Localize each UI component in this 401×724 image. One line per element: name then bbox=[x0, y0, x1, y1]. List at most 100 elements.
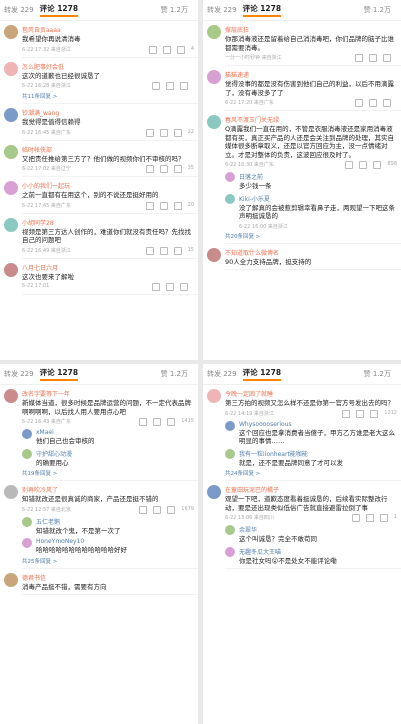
like-icon[interactable] bbox=[370, 409, 379, 418]
tab-reposts[interactable]: 转发 229 bbox=[4, 369, 34, 379]
comment-author[interactable]: 怎么肥事好会低 bbox=[22, 62, 194, 71]
like-icon[interactable] bbox=[167, 418, 176, 426]
avatar[interactable] bbox=[4, 25, 18, 39]
avatar[interactable] bbox=[4, 389, 18, 403]
comment-icon[interactable] bbox=[162, 45, 171, 54]
share-icon[interactable] bbox=[145, 128, 154, 137]
avatar[interactable] bbox=[4, 181, 18, 195]
reply-author[interactable]: 余翠华 bbox=[239, 525, 397, 534]
comment-author[interactable]: 小小的我们一起玩 bbox=[22, 181, 194, 190]
avatar[interactable] bbox=[207, 389, 221, 403]
comment-author[interactable]: 在童田玩泥巴的橘子 bbox=[225, 485, 397, 494]
reply-author[interactable]: 我有一粒lionheart能咖能 bbox=[239, 449, 397, 458]
tab-comments[interactable]: 评论 1278 bbox=[39, 367, 79, 381]
tab-likes[interactable]: 赞 1.2万 bbox=[161, 369, 188, 379]
comment-icon[interactable] bbox=[153, 418, 162, 426]
avatar[interactable] bbox=[207, 485, 221, 499]
share-icon[interactable] bbox=[145, 201, 154, 210]
reply-author[interactable]: HoneYmoNey10 bbox=[36, 538, 194, 545]
comment-author[interactable]: 撑层底狂 bbox=[225, 25, 397, 34]
comment-author[interactable]: 今晚一定困了就睡 bbox=[225, 389, 397, 398]
tab-likes[interactable]: 赞 1.2万 bbox=[364, 5, 391, 15]
share-icon[interactable] bbox=[152, 82, 160, 90]
comment-icon[interactable] bbox=[166, 283, 174, 291]
reply-author[interactable]: xMaei bbox=[36, 429, 194, 436]
share-icon[interactable] bbox=[355, 99, 363, 107]
like-icon[interactable] bbox=[173, 165, 182, 173]
tab-comments[interactable]: 评论 1278 bbox=[242, 367, 282, 381]
avatar[interactable] bbox=[207, 25, 221, 39]
tab-reposts[interactable]: 转发 229 bbox=[207, 369, 237, 379]
avatar[interactable] bbox=[225, 420, 235, 431]
like-icon[interactable] bbox=[383, 54, 391, 62]
tab-likes[interactable]: 赞 1.2万 bbox=[161, 5, 188, 15]
like-icon[interactable] bbox=[167, 505, 176, 514]
like-icon[interactable] bbox=[379, 514, 388, 522]
tab-reposts[interactable]: 转发 229 bbox=[4, 5, 34, 15]
comment-author[interactable]: 别再吹冷风了 bbox=[22, 485, 194, 494]
avatar[interactable] bbox=[225, 546, 235, 557]
comment-icon[interactable] bbox=[359, 161, 368, 169]
tab-likes[interactable]: 赞 1.2万 bbox=[364, 369, 391, 379]
like-icon[interactable] bbox=[173, 201, 182, 210]
tab-reposts[interactable]: 转发 229 bbox=[207, 5, 237, 15]
comment-icon[interactable] bbox=[159, 128, 168, 137]
tab-comments[interactable]: 评论 1278 bbox=[39, 3, 79, 17]
comment-icon[interactable] bbox=[159, 246, 168, 255]
more-replies-link[interactable]: 共25条回复 > bbox=[22, 557, 198, 565]
comment-icon[interactable] bbox=[159, 165, 168, 173]
comment-author[interactable]: 苞芮自贡aaaa bbox=[22, 25, 194, 34]
avatar[interactable] bbox=[4, 61, 18, 76]
avatar[interactable] bbox=[22, 448, 32, 459]
comment-icon[interactable] bbox=[166, 82, 174, 90]
comment-author[interactable]: 钞潮满_wang bbox=[22, 108, 194, 117]
share-icon[interactable] bbox=[145, 246, 154, 255]
avatar[interactable] bbox=[4, 572, 18, 587]
like-icon[interactable] bbox=[173, 128, 182, 137]
avatar[interactable] bbox=[207, 70, 221, 84]
share-icon[interactable] bbox=[355, 54, 363, 62]
like-icon[interactable] bbox=[176, 45, 185, 54]
comment-author[interactable]: 春风不渡玉门关无绿 bbox=[225, 115, 397, 124]
comment-author[interactable]: 不知道取什么微博名 bbox=[225, 248, 397, 257]
comment-author[interactable]: 改名字要等下一年 bbox=[22, 389, 194, 398]
comment-author[interactable]: 德君书信 bbox=[22, 573, 194, 582]
share-icon[interactable] bbox=[152, 283, 160, 291]
share-icon[interactable] bbox=[342, 409, 351, 418]
comment-icon[interactable] bbox=[153, 505, 162, 514]
share-icon[interactable] bbox=[139, 418, 148, 426]
comment-author[interactable]: 小胡同学28 bbox=[22, 218, 194, 227]
more-replies-link[interactable]: 共20条回复 > bbox=[225, 232, 401, 240]
comment-icon[interactable] bbox=[365, 514, 374, 522]
avatar[interactable] bbox=[207, 115, 221, 129]
like-icon[interactable] bbox=[383, 99, 391, 107]
comment-author[interactable]: 八月七日六月 bbox=[22, 263, 194, 272]
share-icon[interactable] bbox=[351, 514, 360, 522]
avatar[interactable] bbox=[4, 217, 18, 232]
like-icon[interactable] bbox=[373, 161, 382, 169]
like-icon[interactable] bbox=[173, 246, 182, 255]
avatar[interactable] bbox=[22, 429, 32, 439]
share-icon[interactable] bbox=[145, 165, 154, 173]
like-icon[interactable] bbox=[180, 283, 188, 291]
avatar[interactable] bbox=[4, 262, 18, 277]
reply-author[interactable]: 守护甜心动漫 bbox=[36, 449, 194, 458]
more-replies-link[interactable]: 共11条回复 > bbox=[22, 92, 198, 100]
reply-author[interactable]: Whysooooserious bbox=[239, 421, 397, 428]
comment-icon[interactable] bbox=[369, 99, 377, 107]
avatar[interactable] bbox=[225, 172, 235, 182]
avatar[interactable] bbox=[207, 247, 221, 262]
avatar[interactable] bbox=[22, 516, 32, 527]
like-icon[interactable] bbox=[180, 82, 188, 90]
share-icon[interactable] bbox=[148, 45, 157, 54]
comment-author[interactable]: 临时帐侠部 bbox=[22, 145, 194, 154]
reply-author[interactable]: 无趣冬瓜大王喵 bbox=[239, 547, 397, 556]
share-icon[interactable] bbox=[345, 161, 354, 169]
reply-author[interactable]: 五仁老鹅 bbox=[36, 517, 194, 526]
avatar[interactable] bbox=[225, 448, 235, 459]
comment-icon[interactable] bbox=[356, 409, 365, 418]
avatar[interactable] bbox=[4, 144, 18, 159]
comment-author[interactable]: 猫猫速递 bbox=[225, 70, 397, 79]
tab-comments[interactable]: 评论 1278 bbox=[242, 3, 282, 17]
avatar[interactable] bbox=[22, 538, 32, 548]
